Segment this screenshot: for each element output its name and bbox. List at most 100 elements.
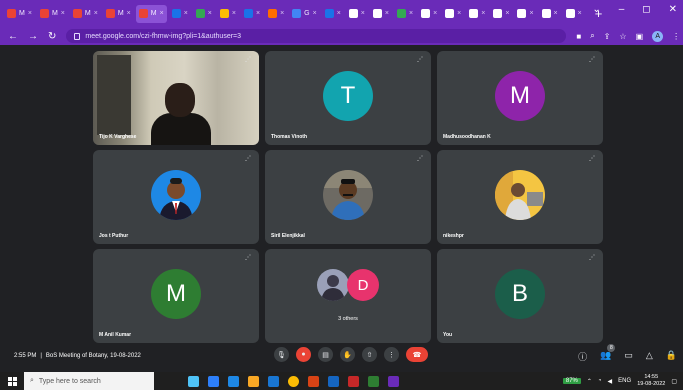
pin-icon[interactable]: ⋰ (417, 56, 423, 63)
present-button[interactable]: ⇧ (362, 347, 377, 362)
close-tab-icon[interactable]: × (529, 10, 533, 17)
menu-icon[interactable]: ⋮ (672, 32, 680, 41)
pdf-icon[interactable] (348, 375, 359, 387)
volume-icon[interactable]: ◀ (608, 378, 613, 385)
browser-tab[interactable]: × (418, 5, 440, 23)
raise-hand-button[interactable]: ✋ (340, 347, 355, 362)
close-tab-icon[interactable]: × (160, 10, 164, 17)
activities-icon[interactable]: △ (646, 350, 653, 363)
close-tab-icon[interactable]: × (208, 10, 212, 17)
more-options-button[interactable]: ⋮ (384, 347, 399, 362)
close-tab-icon[interactable]: × (578, 10, 582, 17)
close-tab-icon[interactable]: × (481, 10, 485, 17)
browser-tab[interactable]: × (370, 5, 392, 23)
participant-tile[interactable]: ⋰ Tijo K Varghese (93, 51, 259, 145)
browser-tab[interactable]: M × (37, 5, 68, 23)
notifications-icon[interactable]: ▢ (671, 378, 677, 385)
pin-icon[interactable]: ⋰ (417, 155, 423, 162)
close-tab-icon[interactable]: × (127, 10, 131, 17)
participant-tile[interactable]: ⋰ Jos t Puthur (93, 150, 259, 244)
people-icon[interactable]: 👥 8 (600, 344, 616, 363)
chat-icon[interactable]: ▭ (624, 350, 633, 363)
browser-tab[interactable]: × (442, 5, 464, 23)
pin-icon[interactable]: ⋰ (245, 56, 251, 63)
reload-button[interactable]: ↻ (48, 31, 56, 42)
browser-tab[interactable]: × (394, 5, 416, 23)
close-window-button[interactable]: ✕ (669, 4, 677, 15)
browser-tab[interactable]: × (241, 5, 263, 23)
captions-button[interactable]: ▤ (318, 347, 333, 362)
task-view-icon[interactable] (208, 375, 219, 387)
close-tab-icon[interactable]: × (61, 10, 65, 17)
close-tab-icon[interactable]: × (184, 10, 188, 17)
camera-icon[interactable]: ■ (576, 32, 581, 41)
minimize-button[interactable]: – (619, 4, 625, 15)
browser-tab[interactable]: M × (135, 4, 167, 23)
maximize-button[interactable]: ◻ (642, 4, 650, 15)
chrome-icon[interactable] (288, 375, 299, 387)
info-icon[interactable]: ⓘ (578, 350, 587, 363)
powerpoint-icon[interactable] (308, 375, 319, 387)
participant-tile[interactable]: M ⋰ Madhusoodhanan K (437, 51, 603, 145)
chevron-up-icon[interactable]: ⌃ (587, 378, 592, 385)
close-tab-icon[interactable]: × (337, 10, 341, 17)
close-tab-icon[interactable]: × (94, 10, 98, 17)
forward-button[interactable]: → (28, 31, 38, 42)
close-tab-icon[interactable]: × (385, 10, 389, 17)
battery-indicator[interactable]: 87% (562, 378, 581, 384)
close-tab-icon[interactable]: × (361, 10, 365, 17)
url-field[interactable]: meet.google.com/czi-fhmw-img?pli=1&authu… (66, 29, 567, 43)
word-icon[interactable] (328, 375, 339, 387)
camera-button[interactable]: ● (296, 347, 311, 362)
excel-icon[interactable] (368, 375, 379, 387)
close-tab-icon[interactable]: × (554, 10, 558, 17)
close-tab-icon[interactable]: × (433, 10, 437, 17)
browser-tab[interactable]: × (466, 5, 488, 23)
browser-tab[interactable]: M × (103, 5, 134, 23)
browser-tab[interactable]: × (169, 5, 191, 23)
share-icon[interactable]: ⇪ (604, 32, 611, 41)
others-tile[interactable]: D 3 others (265, 249, 431, 343)
close-tab-icon[interactable]: × (28, 10, 32, 17)
participant-tile[interactable]: ⋰ Siril Elenjikkal (265, 150, 431, 244)
back-button[interactable]: ← (8, 31, 18, 42)
profile-avatar[interactable]: A (652, 30, 664, 42)
network-icon[interactable]: ◔ (598, 378, 602, 384)
zoom-icon[interactable]: ⌕ (590, 31, 594, 41)
browser-tab[interactable]: × (539, 5, 561, 23)
self-tile[interactable]: B ⋰ You (437, 249, 603, 343)
language-indicator[interactable]: ENG (618, 378, 631, 384)
start-button[interactable] (0, 376, 24, 386)
leave-call-button[interactable]: ☎ (406, 347, 428, 362)
microphone-button[interactable]: 🎙 (274, 347, 289, 362)
pin-icon[interactable]: ⋰ (589, 155, 595, 162)
edge-icon[interactable] (228, 375, 239, 387)
close-tab-icon[interactable]: × (256, 10, 260, 17)
pin-icon[interactable]: ⋰ (245, 155, 251, 162)
participant-tile[interactable]: T ⋰ Thomas Vinoth (265, 51, 431, 145)
participant-tile[interactable]: M ⋰ M Anil Kumar (93, 249, 259, 343)
cortana-icon[interactable] (188, 375, 199, 387)
browser-tab[interactable]: M × (70, 5, 101, 23)
browser-tab[interactable]: × (563, 5, 585, 23)
close-tab-icon[interactable]: × (505, 10, 509, 17)
pin-icon[interactable]: ⋰ (589, 254, 595, 261)
bookmark-star-icon[interactable]: ☆ (619, 32, 626, 41)
close-tab-icon[interactable]: × (409, 10, 413, 17)
browser-tab[interactable]: × (490, 5, 512, 23)
browser-tab[interactable]: × (514, 5, 536, 23)
close-tab-icon[interactable]: × (313, 10, 317, 17)
chevron-down-icon[interactable]: ⌄ (592, 4, 600, 15)
host-controls-icon[interactable]: 🔒 (666, 350, 677, 363)
close-tab-icon[interactable]: × (280, 10, 284, 17)
chrome-profile-icon[interactable] (388, 375, 399, 387)
pin-icon[interactable]: ⋰ (589, 56, 595, 63)
sidebar-icon[interactable]: ▣ (636, 32, 644, 41)
browser-tab[interactable]: × (346, 5, 368, 23)
store-icon[interactable] (268, 375, 279, 387)
browser-tab[interactable]: × (193, 5, 215, 23)
participant-tile[interactable]: ⋰ nikeshpr (437, 150, 603, 244)
file-explorer-icon[interactable] (248, 375, 259, 387)
browser-tab[interactable]: G × (289, 5, 320, 23)
pin-icon[interactable]: ⋰ (245, 254, 251, 261)
